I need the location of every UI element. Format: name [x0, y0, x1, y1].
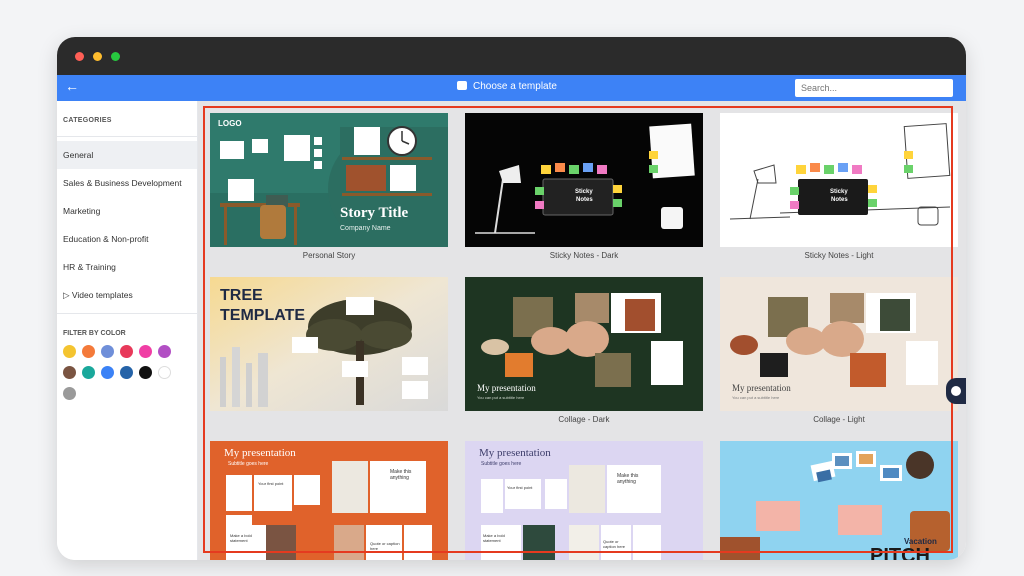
color-swatch-1[interactable] [63, 345, 76, 358]
company-name-text: Company Name [340, 225, 391, 232]
sidebar: CATEGORIES General Sales & Business Deve… [57, 101, 198, 560]
caption-text: Quote or caption here [370, 541, 400, 551]
page-title: Choose a template [457, 81, 557, 92]
filter-by-color-heading: FILTER BY COLOR [63, 330, 126, 337]
template-card-sticky-notes-dark[interactable]: Sticky Notes [465, 113, 703, 247]
app-window: ← Choose a template CATEGORIES General S… [57, 37, 966, 560]
sticky-label-1: Sticky [830, 189, 848, 195]
window-titlebar [57, 37, 966, 75]
color-swatch-3[interactable] [101, 345, 114, 358]
minimize-window-button[interactable] [93, 52, 102, 61]
template-label-personal-story: Personal Story [302, 251, 356, 260]
template-label-collage-light: Collage - Light [813, 415, 865, 424]
sidebar-item-education[interactable]: Education & Non-profit [57, 225, 197, 253]
quote-text: Make this anything [390, 469, 412, 481]
categories-heading: CATEGORIES [63, 117, 112, 124]
personal-story-thumbnail [210, 113, 448, 247]
template-label-sticky-notes-dark: Sticky Notes - Dark [549, 251, 619, 260]
collage-title: My presentation [477, 383, 536, 393]
template-card-sticky-notes-light[interactable]: Sticky Notes [720, 113, 958, 247]
color-swatch-8[interactable] [82, 366, 95, 379]
template-card-orange-presentation[interactable]: My presentation Subtitle goes here Your … [210, 441, 448, 560]
template-icon [457, 81, 467, 90]
divider [57, 136, 197, 137]
story-title-text: Story Title [340, 205, 409, 221]
collage-subtitle: You can put a subtitle here [477, 395, 525, 400]
color-swatch-2[interactable] [82, 345, 95, 358]
color-swatch-9[interactable] [101, 366, 114, 379]
template-card-collage-dark[interactable]: My presentation You can put a subtitle h… [465, 277, 703, 411]
color-swatch-7[interactable] [63, 366, 76, 379]
collage-title: My presentation [732, 383, 791, 393]
sticky-label-2: Notes [831, 197, 848, 203]
presentation-title: My presentation [224, 447, 296, 459]
template-grid: LOGO Story Title Company Name Personal S… [198, 101, 966, 560]
sticky-notes-light-thumbnail [720, 113, 958, 247]
color-swatch-6[interactable] [158, 345, 171, 358]
sticky-label-1: Sticky [575, 189, 593, 195]
page-title-text: Choose a template [473, 81, 557, 92]
first-point-text: Your first point [258, 481, 284, 486]
color-swatches [57, 345, 199, 408]
maximize-window-button[interactable] [111, 52, 120, 61]
divider [57, 313, 197, 314]
presentation-subtitle: Subtitle goes here [228, 461, 269, 467]
template-label-sticky-notes-light: Sticky Notes - Light [804, 251, 874, 260]
tree-title-line1: TREE [220, 287, 263, 304]
color-swatch-5[interactable] [139, 345, 152, 358]
template-card-collage-light[interactable]: My presentation You can put a subtitle h… [720, 277, 958, 411]
sidebar-item-sales[interactable]: Sales & Business Development [57, 169, 197, 197]
first-point-text: Your first point [507, 485, 533, 490]
sidebar-item-hr[interactable]: HR & Training [57, 253, 197, 281]
sticky-notes-dark-thumbnail [465, 113, 703, 247]
tree-title-line2: TEMPLATE [220, 307, 306, 324]
sidebar-item-general[interactable]: General [57, 141, 197, 169]
collage-subtitle: You can put a subtitle here [732, 395, 780, 400]
pitch-title: PITCH [870, 545, 930, 560]
back-arrow-icon[interactable]: ← [65, 78, 79, 94]
template-card-tree-template[interactable]: TREE TEMPLATE [210, 277, 448, 411]
close-window-button[interactable] [75, 52, 84, 61]
bold-statement-text: Make a bold statement [230, 533, 252, 543]
color-swatch-13[interactable] [63, 387, 76, 400]
color-swatch-4[interactable] [120, 345, 133, 358]
sticky-label-2: Notes [576, 197, 593, 203]
chat-widget-icon[interactable] [946, 378, 966, 404]
presentation-title: My presentation [479, 447, 551, 459]
template-label-collage-dark: Collage - Dark [558, 415, 610, 424]
template-card-vacation-pitch[interactable]: Vacation PITCH [720, 441, 958, 560]
quote-text: Make this anything [617, 473, 639, 485]
search-input[interactable] [795, 79, 953, 97]
presentation-subtitle: Subtitle goes here [481, 461, 522, 467]
color-swatch-10[interactable] [120, 366, 133, 379]
sidebar-item-video-templates[interactable]: ▷ Video templates [57, 281, 197, 309]
color-swatch-11[interactable] [139, 366, 152, 379]
color-swatch-12[interactable] [158, 366, 171, 379]
template-card-lavender-presentation[interactable]: My presentation Subtitle goes here Your … [465, 441, 703, 560]
bold-statement-text: Make a bold statement [483, 533, 505, 543]
logo-text: LOGO [218, 119, 242, 128]
caption-text: Quote or caption here [603, 539, 626, 549]
sidebar-item-marketing[interactable]: Marketing [57, 197, 197, 225]
template-card-personal-story[interactable]: LOGO Story Title Company Name [210, 113, 448, 247]
top-bar: ← Choose a template [57, 75, 966, 101]
